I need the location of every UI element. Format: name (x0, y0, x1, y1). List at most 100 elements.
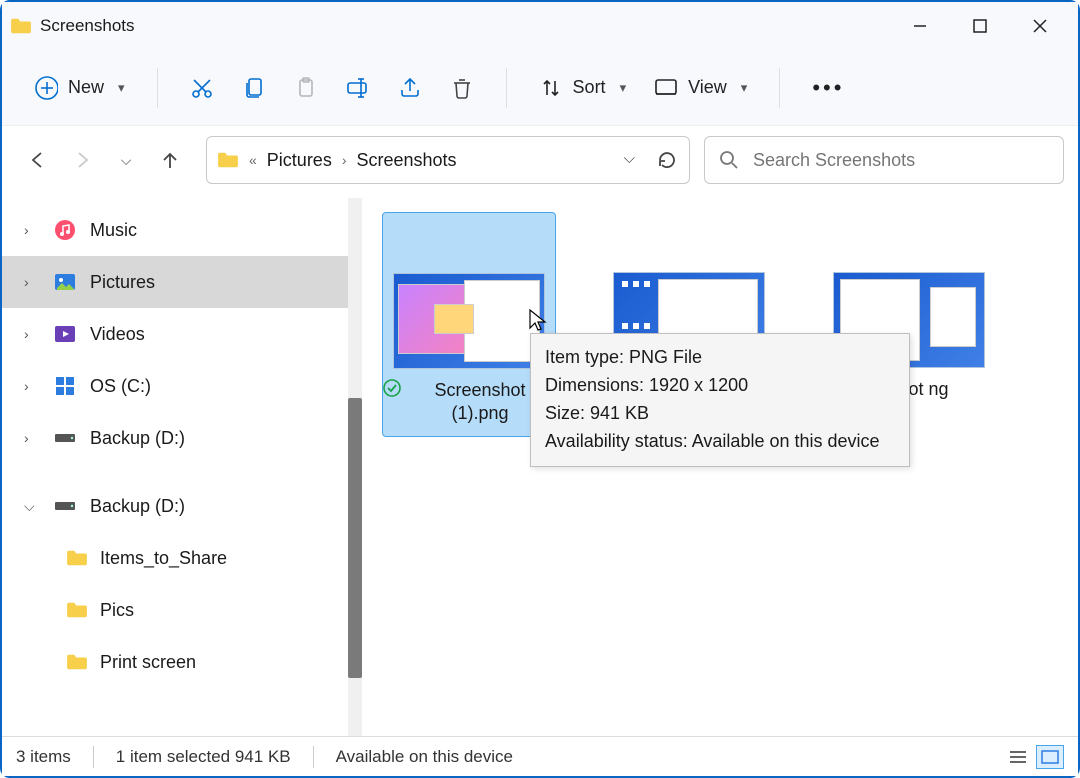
nav-row: ⌵ « Pictures › Screenshots ⌵ (2, 126, 1078, 198)
folder-icon (66, 599, 88, 621)
window-controls (890, 6, 1070, 46)
share-button[interactable] (384, 68, 436, 108)
sidebar-item-label: Pics (100, 600, 134, 621)
tooltip-line: Size: 941 KB (545, 400, 895, 428)
new-button[interactable]: New ▾ (20, 68, 139, 108)
separator (93, 746, 94, 768)
separator (157, 68, 158, 108)
sidebar-item-label: OS (C:) (90, 376, 151, 397)
chevron-down-icon: ▾ (620, 80, 627, 96)
minimize-button[interactable] (890, 6, 950, 46)
crumb-overflow[interactable]: « (249, 152, 257, 168)
sort-icon (539, 76, 563, 100)
sort-label: Sort (573, 77, 606, 98)
sidebar-item-items-to-share[interactable]: Items_to_Share (2, 532, 362, 584)
sidebar-item-label: Print screen (100, 652, 196, 673)
os-drive-icon (54, 375, 76, 397)
sort-button[interactable]: Sort ▾ (525, 68, 641, 108)
plus-circle-icon (34, 76, 58, 100)
cut-button[interactable] (176, 68, 228, 108)
status-availability: Available on this device (336, 747, 513, 767)
copy-icon (242, 76, 266, 100)
back-button[interactable] (26, 148, 50, 172)
separator (313, 746, 314, 768)
paste-button[interactable] (280, 68, 332, 108)
separator (779, 68, 780, 108)
forward-button[interactable] (70, 148, 94, 172)
new-label: New (68, 77, 104, 98)
close-button[interactable] (1010, 6, 1070, 46)
folder-icon (10, 17, 32, 35)
sidebar-item-pictures[interactable]: › Pictures (2, 256, 362, 308)
folder-icon (217, 151, 239, 169)
sidebar-item-label: Videos (90, 324, 145, 345)
chevron-right-icon: › (24, 378, 40, 394)
sidebar-item-label: Items_to_Share (100, 548, 227, 569)
details-view-button[interactable] (1004, 745, 1032, 769)
share-icon (398, 76, 422, 100)
more-button[interactable]: ••• (798, 68, 858, 108)
content-pane[interactable]: Screenshot (1).png (362, 198, 1078, 738)
tooltip-line: Availability status: Available on this d… (545, 428, 895, 456)
chevron-right-icon: › (24, 326, 40, 342)
sync-check-icon (383, 379, 401, 397)
window-title: Screenshots (40, 16, 135, 36)
view-button[interactable]: View ▾ (640, 68, 761, 108)
scrollbar-thumb[interactable] (348, 398, 362, 678)
sidebar-item-music[interactable]: › Music (2, 204, 362, 256)
chevron-down-icon: ▾ (118, 80, 125, 96)
address-bar[interactable]: « Pictures › Screenshots ⌵ (206, 136, 690, 184)
title-bar: Screenshots (2, 2, 1078, 50)
sidebar-group-backup[interactable]: ⌵ Backup (D:) (2, 480, 362, 532)
sidebar-item-label: Backup (D:) (90, 496, 185, 517)
sidebar-item-label: Music (90, 220, 137, 241)
thumbnail (393, 273, 545, 369)
view-icon (654, 76, 678, 100)
recent-dropdown[interactable]: ⌵ (114, 148, 138, 172)
search-icon (719, 150, 739, 170)
search-box[interactable] (704, 136, 1064, 184)
trash-icon (450, 76, 474, 100)
sidebar: › Music › Pictures › Videos › OS (C:) › (2, 198, 362, 738)
folder-icon (66, 651, 88, 673)
nav-arrows: ⌵ (16, 148, 192, 172)
chevron-right-icon: › (342, 152, 347, 168)
tooltip: Item type: PNG File Dimensions: 1920 x 1… (530, 333, 910, 467)
address-dropdown[interactable]: ⌵ (624, 150, 635, 170)
drive-icon (54, 427, 76, 449)
breadcrumb-current[interactable]: Screenshots (357, 150, 457, 171)
sidebar-item-backup-drive[interactable]: › Backup (D:) (2, 412, 362, 464)
sidebar-item-label: Pictures (90, 272, 155, 293)
tooltip-line: Dimensions: 1920 x 1200 (545, 372, 895, 400)
main: › Music › Pictures › Videos › OS (C:) › (2, 198, 1078, 738)
videos-icon (54, 323, 76, 345)
search-input[interactable] (753, 150, 1049, 171)
status-count: 3 items (16, 747, 71, 767)
music-icon (54, 219, 76, 241)
view-label: View (688, 77, 727, 98)
separator (506, 68, 507, 108)
refresh-button[interactable] (657, 150, 677, 170)
delete-button[interactable] (436, 68, 488, 108)
folder-icon (66, 547, 88, 569)
chevron-right-icon: › (24, 430, 40, 446)
sidebar-item-os-drive[interactable]: › OS (C:) (2, 360, 362, 412)
pictures-icon (54, 271, 76, 293)
breadcrumb: Pictures › Screenshots (267, 150, 457, 171)
thumbnails-view-button[interactable] (1036, 745, 1064, 769)
maximize-button[interactable] (950, 6, 1010, 46)
toolbar: New ▾ Sort ▾ View ▾ ••• (2, 50, 1078, 126)
breadcrumb-parent[interactable]: Pictures (267, 150, 332, 171)
rename-icon (346, 76, 370, 100)
tooltip-line: Item type: PNG File (545, 344, 895, 372)
drive-icon (54, 495, 76, 517)
chevron-right-icon: › (24, 274, 40, 290)
status-selected: 1 item selected 941 KB (116, 747, 291, 767)
rename-button[interactable] (332, 68, 384, 108)
up-button[interactable] (158, 148, 182, 172)
chevron-down-icon: ⌵ (24, 498, 40, 515)
copy-button[interactable] (228, 68, 280, 108)
sidebar-item-videos[interactable]: › Videos (2, 308, 362, 360)
sidebar-item-pics[interactable]: Pics (2, 584, 362, 636)
sidebar-item-print-screen[interactable]: Print screen (2, 636, 362, 688)
